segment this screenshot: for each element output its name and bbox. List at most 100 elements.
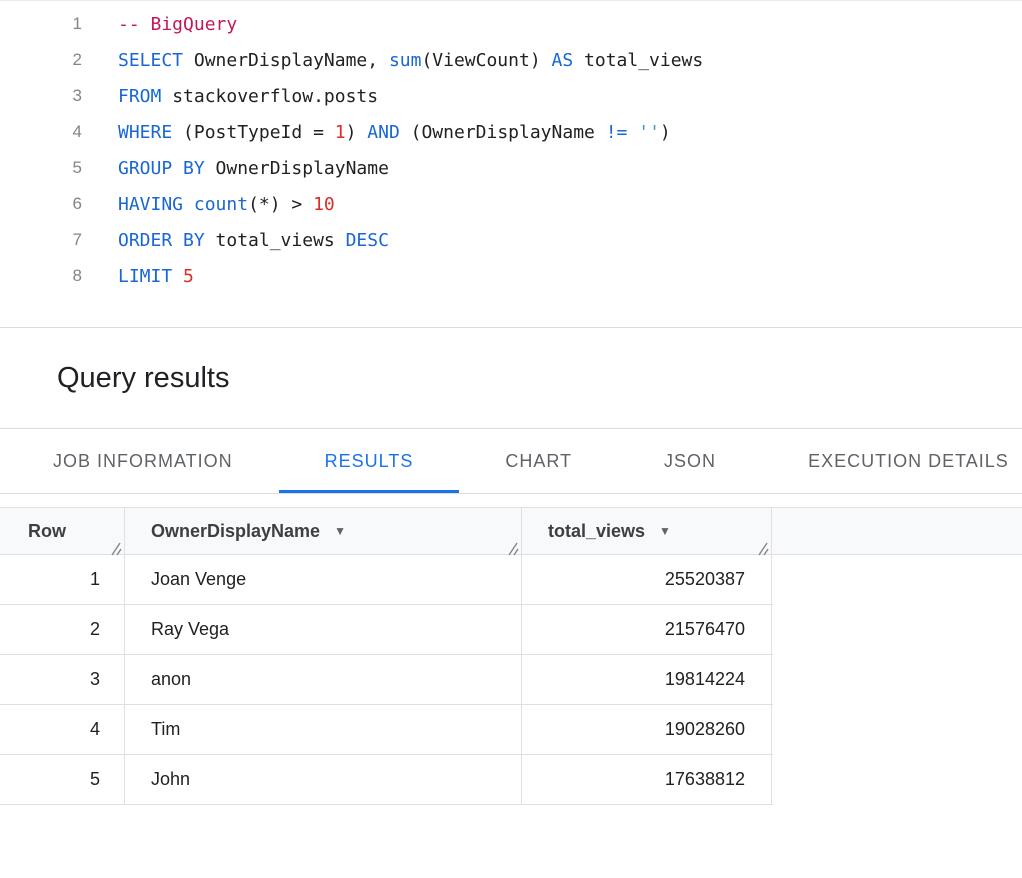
sql-token-plain: OwnerDisplayName bbox=[205, 158, 389, 179]
table-row: 1Joan Venge25520387 bbox=[0, 555, 773, 605]
sql-token-plain: (*) > bbox=[248, 194, 313, 215]
owner-display-name-cell: Ray Vega bbox=[125, 605, 522, 654]
tab-job-information[interactable]: JOB INFORMATION bbox=[7, 429, 279, 493]
column-resize-handle-icon[interactable] bbox=[755, 540, 769, 554]
sql-token-plain: total_views bbox=[573, 50, 703, 71]
bigquery-results-page: { "colors": { "keyword": "#1967d2", "com… bbox=[0, 0, 1022, 878]
sql-token-comment: -- BigQuery bbox=[118, 14, 237, 35]
line-number: 6 bbox=[0, 194, 82, 214]
line-number: 2 bbox=[0, 50, 82, 70]
code-text[interactable]: -- BigQuery bbox=[82, 14, 237, 35]
line-number: 5 bbox=[0, 158, 82, 178]
code-text[interactable]: HAVING count(*) > 10 bbox=[82, 194, 335, 215]
table-row: 4Tim19028260 bbox=[0, 705, 773, 755]
line-number: 7 bbox=[0, 230, 82, 250]
sql-token-str: '' bbox=[638, 122, 660, 143]
results-table: Row OwnerDisplayName ▼ total_views ▼ 1Jo… bbox=[0, 507, 1022, 805]
owner-display-name-cell: anon bbox=[125, 655, 522, 704]
code-line: 6HAVING count(*) > 10 bbox=[0, 186, 1022, 222]
sort-dropdown-icon[interactable]: ▼ bbox=[659, 525, 671, 537]
code-line: 3FROM stackoverflow.posts bbox=[0, 78, 1022, 114]
sql-token-kw: HAVING bbox=[118, 194, 183, 215]
total-views-cell: 25520387 bbox=[522, 555, 772, 604]
code-text[interactable]: ORDER BY total_views DESC bbox=[82, 230, 389, 251]
sql-editor-lines: 1 -- BigQuery 2SELECT OwnerDisplayName, su… bbox=[0, 6, 1022, 294]
column-label-total-views: total_views bbox=[548, 521, 645, 542]
table-row: 5John17638812 bbox=[0, 755, 773, 805]
sql-token-num: 1 bbox=[335, 122, 346, 143]
column-header-filler bbox=[772, 508, 1022, 554]
code-line: 7ORDER BY total_views DESC bbox=[0, 222, 1022, 258]
owner-display-name-cell: John bbox=[125, 755, 522, 804]
code-text[interactable]: GROUP BY OwnerDisplayName bbox=[82, 158, 389, 179]
sql-token-kw: FROM bbox=[118, 86, 161, 107]
row-number-cell: 5 bbox=[0, 755, 125, 804]
sql-token-kw: AS bbox=[552, 50, 574, 71]
page-title: Query results bbox=[57, 362, 229, 395]
total-views-cell: 19028260 bbox=[522, 705, 772, 754]
sql-token-kw: DESC bbox=[346, 230, 389, 251]
sql-token-kw: ORDER BY bbox=[118, 230, 205, 251]
query-results-header: Query results bbox=[0, 328, 1022, 429]
column-label-row: Row bbox=[28, 521, 66, 542]
tab-execution-details[interactable]: EXECUTION DETAILS bbox=[762, 429, 1022, 493]
tab-chart[interactable]: CHART bbox=[459, 429, 618, 493]
sql-token-kw: WHERE bbox=[118, 122, 172, 143]
code-text[interactable]: FROM stackoverflow.posts bbox=[82, 86, 378, 107]
row-number-cell: 3 bbox=[0, 655, 125, 704]
code-line: 2SELECT OwnerDisplayName, sum(ViewCount)… bbox=[0, 42, 1022, 78]
table-row: 3anon19814224 bbox=[0, 655, 773, 705]
tab-json[interactable]: JSON bbox=[618, 429, 762, 493]
code-text[interactable]: LIMIT 5 bbox=[82, 266, 194, 287]
sql-token-plain bbox=[627, 122, 638, 143]
sql-token-plain: stackoverflow.posts bbox=[161, 86, 378, 107]
row-number-cell: 2 bbox=[0, 605, 125, 654]
code-text[interactable]: SELECT OwnerDisplayName, sum(ViewCount) … bbox=[82, 50, 703, 71]
column-header-total-views[interactable]: total_views ▼ bbox=[522, 508, 772, 554]
results-tab-bar: JOB INFORMATIONRESULTSCHARTJSONEXECUTION… bbox=[0, 429, 1022, 494]
sql-token-plain: (OwnerDisplayName bbox=[400, 122, 606, 143]
sql-token-kw: AND bbox=[367, 122, 400, 143]
column-label-ownerdisplayname: OwnerDisplayName bbox=[151, 521, 320, 542]
total-views-cell: 21576470 bbox=[522, 605, 772, 654]
owner-display-name-cell: Joan Venge bbox=[125, 555, 522, 604]
sql-token-num: 5 bbox=[183, 266, 194, 287]
sql-token-plain: ) bbox=[660, 122, 671, 143]
column-resize-handle-icon[interactable] bbox=[108, 540, 122, 554]
results-table-body: 1Joan Venge255203872Ray Vega215764703ano… bbox=[0, 555, 1022, 805]
results-table-header: Row OwnerDisplayName ▼ total_views ▼ bbox=[0, 507, 1022, 555]
column-resize-handle-icon[interactable] bbox=[505, 540, 519, 554]
sql-token-plain: (PostTypeId = bbox=[172, 122, 335, 143]
line-number: 8 bbox=[0, 266, 82, 286]
table-row: 2Ray Vega21576470 bbox=[0, 605, 773, 655]
line-number: 4 bbox=[0, 122, 82, 142]
sql-token-plain: ) bbox=[346, 122, 368, 143]
sql-token-plain: OwnerDisplayName, bbox=[183, 50, 389, 71]
total-views-cell: 19814224 bbox=[522, 655, 772, 704]
column-header-ownerdisplayname[interactable]: OwnerDisplayName ▼ bbox=[125, 508, 522, 554]
sort-dropdown-icon[interactable]: ▼ bbox=[334, 525, 346, 537]
code-line: 4WHERE (PostTypeId = 1) AND (OwnerDispla… bbox=[0, 114, 1022, 150]
sql-token-kw: GROUP BY bbox=[118, 158, 205, 179]
sql-token-plain: total_views bbox=[205, 230, 346, 251]
sql-token-kw: sum bbox=[389, 50, 422, 71]
sql-editor[interactable]: 1 -- BigQuery 2SELECT OwnerDisplayName, su… bbox=[0, 0, 1022, 328]
total-views-cell: 17638812 bbox=[522, 755, 772, 804]
line-number: 1 bbox=[0, 14, 82, 34]
sql-token-num: 10 bbox=[313, 194, 335, 215]
sql-token-kw: count bbox=[194, 194, 248, 215]
line-number: 3 bbox=[0, 86, 82, 106]
sql-token-plain: (ViewCount) bbox=[421, 50, 551, 71]
code-line: 5GROUP BY OwnerDisplayName bbox=[0, 150, 1022, 186]
sql-token-kw: != bbox=[606, 122, 628, 143]
row-number-cell: 4 bbox=[0, 705, 125, 754]
owner-display-name-cell: Tim bbox=[125, 705, 522, 754]
row-number-cell: 1 bbox=[0, 555, 125, 604]
code-line: 1 -- BigQuery bbox=[0, 6, 1022, 42]
sql-token-plain bbox=[172, 266, 183, 287]
code-text[interactable]: WHERE (PostTypeId = 1) AND (OwnerDisplay… bbox=[82, 122, 671, 143]
column-header-row[interactable]: Row bbox=[0, 508, 125, 554]
code-line: 8LIMIT 5 bbox=[0, 258, 1022, 294]
tab-results[interactable]: RESULTS bbox=[279, 429, 460, 493]
sql-token-kw: LIMIT bbox=[118, 266, 172, 287]
